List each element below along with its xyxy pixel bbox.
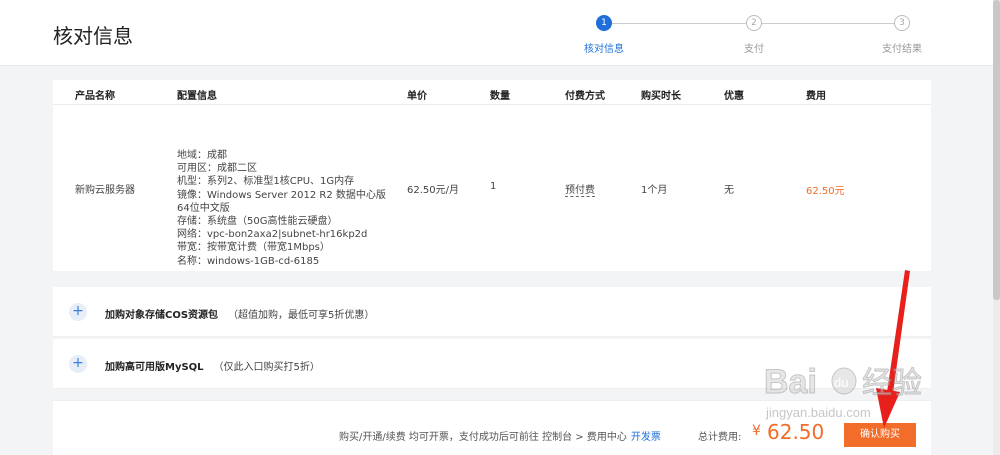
invoice-link[interactable]: 开发票: [631, 432, 661, 443]
config-image: 镜像：Windows Server 2012 R2 数据中心版: [177, 189, 386, 201]
svg-text:Bai: Bai: [764, 363, 817, 401]
plus-icon[interactable]: +: [69, 303, 87, 321]
watermark-url: jingyan.baidu.com: [765, 405, 871, 420]
config-bandwidth: 带宽：按带宽计费（带宽1Mbps）: [177, 242, 330, 254]
step-3-label: 支付结果: [882, 44, 922, 55]
invoice-note-text: 购买/开通/续费 均可开票，支付成功后可前往 控制台 > 费用中心: [339, 432, 627, 443]
discount: 无: [724, 185, 734, 196]
addon-title: 加购对象存储COS资源包 （超值加购，最低可享5折优惠）: [105, 306, 374, 321]
addon-title: 加购高可用版MySQL （仅此入口购买打5折）: [105, 358, 320, 373]
step-1-label: 核对信息: [584, 44, 624, 55]
config-network: 网络：vpc-bon2axa2|subnet-hr16kp2d: [177, 229, 368, 241]
addon-cos-note: （超值加购，最低可享5折优惠）: [228, 310, 375, 321]
config-region: 地域：成都: [177, 150, 227, 161]
baidu-watermark-icon: Bai du 经验 jingyan.baidu.com: [764, 363, 923, 421]
page-header: 核对信息 1 2 3 核对信息 支付 支付结果: [0, 0, 1000, 66]
addon-mysql-note: （仅此入口购买打5折）: [213, 362, 320, 373]
config-instance-type: 机型：系列2、标准型1核CPU、1G内存: [177, 176, 355, 188]
config-image-edition: 64位中文版: [177, 202, 230, 214]
progress-steps: 1 2 3 核对信息 支付 支付结果: [560, 15, 950, 59]
scrollbar[interactable]: [993, 0, 1000, 455]
config-name: 名称：windows-1GB-cd-6185: [177, 255, 320, 267]
invoice-note: 购买/开通/续费 均可开票，支付成功后可前往 控制台 > 费用中心 开发票: [339, 428, 661, 443]
scrollbar-thumb[interactable]: [993, 0, 1000, 300]
config-info: 地域：成都 可用区：成都二区 机型：系列2、标准型1核CPU、1G内存 镜像：W…: [177, 149, 386, 268]
watermark-logo: Bai du 经验: [764, 363, 923, 402]
svg-text:经验: 经验: [862, 366, 922, 401]
column-header-cost: 费用: [806, 91, 826, 102]
order-table: 产品名称 配置信息 单价 数量 付费方式 购买时长 优惠 费用 新购云服务器 地…: [53, 80, 931, 271]
column-header-unit-price: 单价: [407, 91, 427, 102]
plus-icon[interactable]: +: [69, 355, 87, 373]
page-title: 核对信息: [53, 24, 133, 48]
step-2-label: 支付: [744, 44, 764, 55]
purchase-duration: 1个月: [641, 185, 668, 196]
currency-symbol: ¥: [752, 423, 761, 439]
product-name: 新购云服务器: [75, 185, 135, 196]
column-header-product: 产品名称: [75, 91, 115, 102]
column-header-discount: 优惠: [724, 91, 744, 102]
addon-mysql-title: 加购高可用版MySQL: [105, 362, 204, 373]
table-row: 新购云服务器 地域：成都 可用区：成都二区 机型：系列2、标准型1核CPU、1G…: [53, 105, 931, 271]
column-header-quantity: 数量: [490, 91, 510, 102]
config-storage: 存储：系统盘（50G高性能云硬盘）: [177, 216, 338, 228]
svg-text:du: du: [834, 375, 848, 390]
table-header: 产品名称 配置信息 单价 数量 付费方式 购买时长 优惠 费用: [53, 80, 931, 105]
column-header-duration: 购买时长: [641, 91, 681, 102]
step-1-dot: 1: [596, 15, 612, 31]
step-2-dot: 2: [746, 15, 762, 31]
addon-cos[interactable]: + 加购对象存储COS资源包 （超值加购，最低可享5折优惠）: [53, 287, 931, 337]
step-connector: [606, 23, 746, 24]
payment-method[interactable]: 预付费: [565, 181, 595, 197]
addon-cos-title: 加购对象存储COS资源包: [105, 310, 219, 321]
total-label: 总计费用:: [698, 432, 742, 443]
cost: 62.50元: [806, 186, 845, 197]
step-connector: [762, 23, 894, 24]
config-zone: 可用区：成都二区: [177, 163, 257, 175]
column-header-config: 配置信息: [177, 91, 217, 102]
step-3-dot: 3: [894, 15, 910, 31]
quantity: 1: [490, 181, 497, 192]
unit-price: 62.50元/月: [407, 185, 459, 196]
column-header-payment: 付费方式: [565, 91, 605, 102]
